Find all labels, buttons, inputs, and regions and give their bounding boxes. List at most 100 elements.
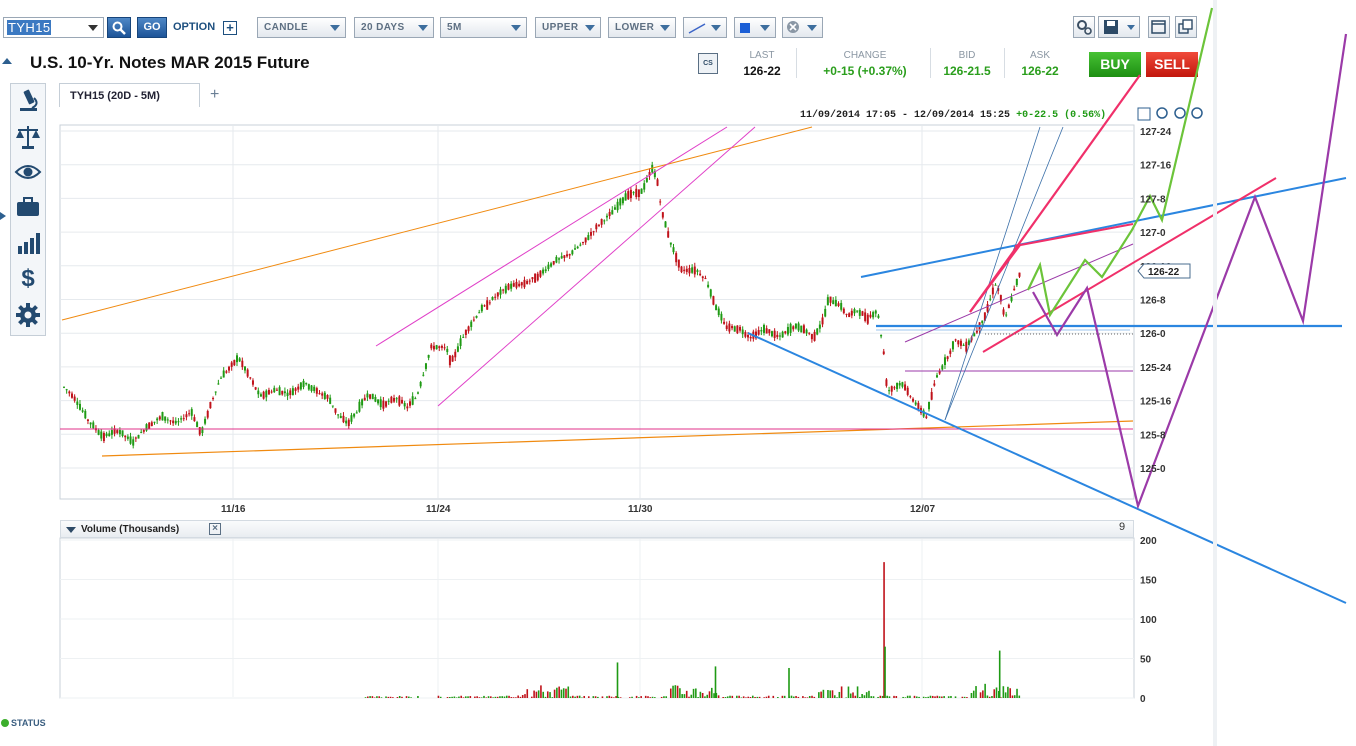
volume-bar [385, 696, 387, 698]
candle-body [566, 254, 569, 257]
price-tick-label: 126-8 [1140, 296, 1166, 307]
candle-body [398, 396, 401, 406]
candle-body [877, 315, 880, 318]
volume-bar [692, 688, 695, 698]
volume-bar [806, 697, 809, 698]
candle-body [526, 280, 529, 284]
status-indicator[interactable]: STATUS [1, 718, 46, 728]
volume-bar [701, 692, 704, 698]
candle-body [579, 244, 582, 246]
volume-bar [993, 689, 996, 698]
volume-bar [551, 697, 554, 698]
volume-bar [872, 696, 875, 698]
candle-body [741, 329, 744, 335]
candle-body [800, 325, 803, 333]
volume-bar [954, 696, 957, 698]
volume-bar [601, 696, 604, 698]
candle-body [68, 391, 71, 394]
candle-body [675, 253, 678, 263]
candle-body [448, 355, 451, 366]
volume-bar [380, 697, 383, 698]
candle-body [270, 391, 273, 393]
volume-bar [587, 696, 590, 698]
price-tick-label: 127-0 [1140, 228, 1166, 239]
volume-bar [813, 696, 816, 698]
volume-bar [749, 697, 752, 698]
volume-bar [763, 697, 765, 698]
candle-body [217, 383, 220, 385]
candle-body [201, 427, 204, 434]
candle-body [177, 421, 180, 423]
candle-body [935, 375, 938, 378]
candle-body [347, 419, 350, 427]
date-tick-label: 11/30 [628, 504, 653, 515]
candle-body [84, 410, 87, 419]
volume-bar [392, 697, 394, 698]
candle-body [206, 410, 209, 418]
volume-spike-bar [998, 650, 1001, 698]
volume-bar [483, 695, 485, 698]
candle-body [901, 382, 904, 387]
candle-body [254, 387, 257, 390]
volume-bar [510, 697, 513, 698]
volume-bar [644, 695, 647, 698]
candle-body [273, 387, 276, 393]
candle-body [478, 312, 481, 314]
candle-body [991, 287, 994, 295]
candle-body [230, 362, 233, 367]
volume-bar [576, 695, 579, 698]
candle-body [438, 346, 441, 348]
volume-bar [808, 696, 811, 698]
candle-body [544, 269, 547, 272]
volume-bar [540, 685, 542, 698]
candle-body [821, 317, 824, 325]
candle-body [318, 393, 321, 395]
candle-body [92, 422, 95, 429]
volume-bar [731, 695, 734, 698]
volume-bar [822, 689, 825, 698]
candle-body [238, 358, 241, 362]
candle-body [805, 329, 808, 334]
candle-body [278, 387, 281, 396]
volume-collapse-icon[interactable] [66, 527, 76, 533]
candle-body [1005, 314, 1008, 316]
candle-body [749, 336, 752, 339]
volume-bar [503, 696, 506, 698]
zoom-fit-icon[interactable] [1137, 107, 1151, 121]
candle-body [411, 396, 414, 405]
volume-bar [941, 696, 943, 698]
volume-bar [713, 693, 715, 698]
volume-bar [913, 695, 916, 698]
candle-body [116, 430, 119, 433]
volume-bar [499, 696, 501, 698]
volume-bar [533, 690, 535, 698]
zoom-reset-icon[interactable] [1191, 107, 1203, 119]
volume-bar [496, 696, 499, 698]
candle-body [959, 340, 962, 346]
volume-bar [515, 697, 517, 698]
volume-bar [537, 690, 540, 698]
zoom-out-icon[interactable] [1174, 107, 1186, 119]
volume-bar [936, 695, 939, 698]
volume-bar [833, 695, 836, 698]
candle-body [518, 283, 521, 287]
zoom-tools[interactable] [1137, 107, 1203, 121]
price-chart[interactable]: 127-24127-16127-8127-0126-16126-8126-012… [0, 0, 1356, 746]
volume-bar [783, 695, 786, 698]
candle-body [536, 273, 539, 281]
candle-body [491, 296, 494, 300]
candle-body [323, 392, 326, 400]
volume-bar [710, 687, 713, 698]
volume-bar [795, 695, 797, 698]
candle-body [174, 420, 177, 424]
candle-body [294, 388, 297, 391]
volume-tick-label: 200 [1140, 536, 1157, 547]
volume-bar [485, 697, 488, 698]
volume-bar [546, 691, 549, 698]
volume-close-icon[interactable]: × [209, 523, 221, 535]
candle-body [696, 270, 699, 272]
zoom-in-icon[interactable] [1156, 107, 1168, 119]
candle-body [387, 400, 390, 402]
candle-body [470, 321, 473, 327]
candle-body [342, 415, 345, 423]
